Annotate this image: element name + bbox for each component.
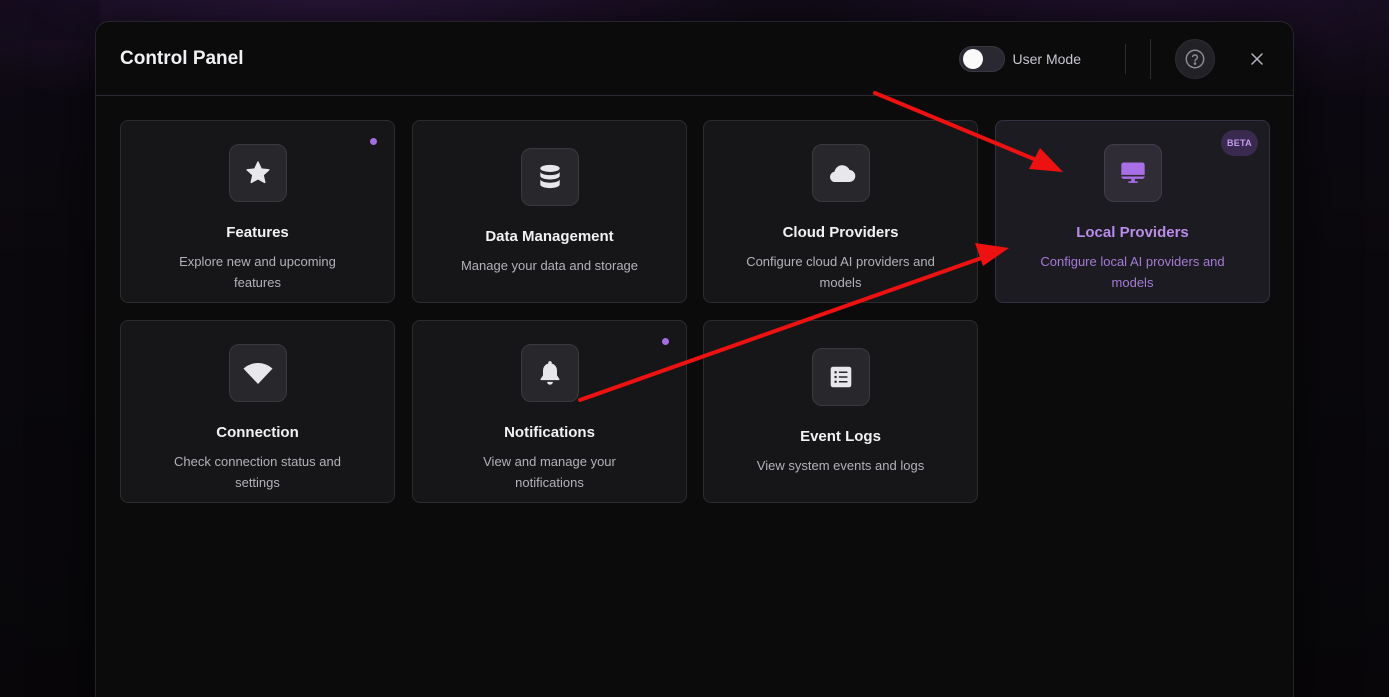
card-title: Event Logs <box>800 428 881 445</box>
new-indicator-dot <box>662 338 669 345</box>
card-event-logs[interactable]: Event Logs View system events and logs <box>703 320 978 503</box>
card-icon-box <box>228 344 287 402</box>
user-mode-toggle[interactable] <box>958 46 1005 72</box>
wifi-icon <box>243 363 272 384</box>
database-icon <box>539 164 560 189</box>
card-description: View and manage your notifications <box>483 454 616 490</box>
beta-badge: BETA <box>1220 130 1258 156</box>
card-title: Cloud Providers <box>782 224 899 241</box>
help-icon <box>1185 49 1205 69</box>
header-controls: User Mode <box>958 39 1267 79</box>
list-icon <box>830 366 851 388</box>
card-cloud-providers[interactable]: Cloud Providers Configure cloud AI provi… <box>703 120 978 303</box>
card-title: Data Management <box>485 228 614 245</box>
card-description: View system events and logs <box>756 458 925 473</box>
help-button[interactable] <box>1175 39 1215 79</box>
user-mode-label: User Mode <box>1012 51 1081 67</box>
card-notifications[interactable]: Notifications View and manage your notif… <box>412 320 687 503</box>
card-local-providers[interactable]: BETA Local Providers Configure local AI … <box>995 120 1270 303</box>
header-divider <box>1125 44 1126 74</box>
card-title: Notifications <box>504 424 595 441</box>
card-description: Explore new and upcoming features <box>179 254 336 290</box>
monitor-icon <box>1120 162 1145 183</box>
card-icon-box <box>1103 144 1162 202</box>
close-button[interactable] <box>1247 49 1267 69</box>
card-icon-box <box>520 344 579 402</box>
star-icon <box>245 161 270 184</box>
card-description: Check connection status and settings <box>174 454 341 490</box>
card-description: Manage your data and storage <box>460 258 639 273</box>
card-title: Local Providers <box>1076 224 1189 241</box>
card-icon-box <box>520 148 579 206</box>
card-icon-box <box>228 144 287 202</box>
modal-header: Control Panel User Mode <box>96 22 1293 96</box>
modal-title: Control Panel <box>120 47 244 69</box>
header-divider <box>1150 39 1151 79</box>
cloud-icon <box>829 165 855 183</box>
toggle-knob <box>962 49 983 69</box>
card-connection[interactable]: Connection Check connection status and s… <box>120 320 395 503</box>
new-indicator-dot <box>370 138 377 145</box>
card-icon-box <box>811 348 870 406</box>
card-description: Configure cloud AI providers and models <box>746 254 935 290</box>
card-title: Features <box>226 224 289 241</box>
card-features[interactable]: Features Explore new and upcoming featur… <box>120 120 395 303</box>
card-description: Configure local AI providers and models <box>1040 254 1225 290</box>
card-icon-box <box>811 144 870 202</box>
bell-icon <box>540 361 559 385</box>
card-title: Connection <box>216 424 299 441</box>
close-icon <box>1251 53 1263 65</box>
card-data-management[interactable]: Data Management Manage your data and sto… <box>412 120 687 303</box>
control-panel-modal: Control Panel User Mode Features Explore… <box>95 21 1294 697</box>
